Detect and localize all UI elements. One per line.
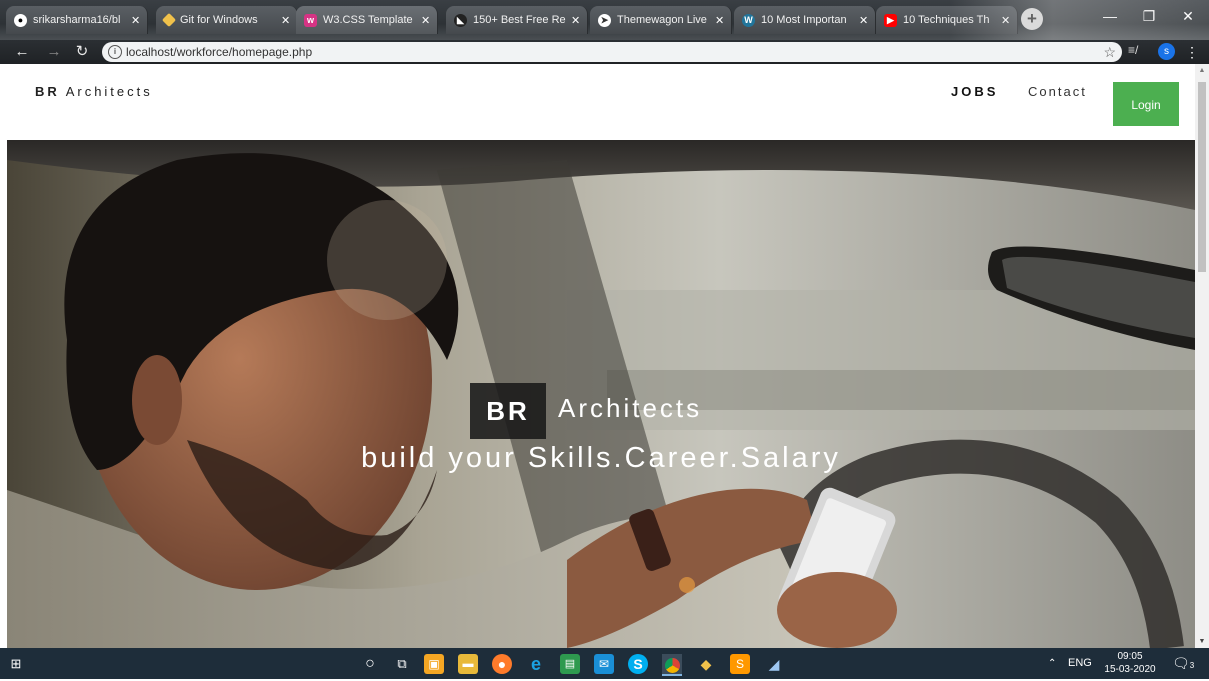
scrollbar-thumb[interactable] <box>1198 82 1206 272</box>
browser-tab-strip: ● srikarsharma16/bl ✕ Git for Windows ✕ … <box>0 0 1209 40</box>
system-clock[interactable]: 09:05 15-03-2020 <box>1100 650 1160 676</box>
chrome-icon[interactable] <box>662 654 682 676</box>
close-window-button[interactable]: ✕ <box>1171 4 1205 28</box>
tray-chevron-icon[interactable]: ⌃ <box>1048 648 1056 679</box>
tab-title: 150+ Best Free Re <box>473 14 566 26</box>
notification-count: 3 <box>1189 661 1195 670</box>
new-tab-button[interactable]: + <box>1021 8 1043 30</box>
tab-title: Themewagon Live <box>617 14 707 26</box>
store-icon[interactable]: ▣ <box>424 654 444 674</box>
tab-themewagon[interactable]: ➤ Themewagon Live ✕ <box>590 6 732 34</box>
tab-title: 10 Techniques Th <box>903 14 990 26</box>
profile-avatar[interactable]: s <box>1158 43 1175 60</box>
windows-taskbar: ⊞ ○ ⧉ ▣ ▬ ● e ▤ ✉ S ◆ S ◢ ⌃ ENG 09:05 15… <box>0 648 1209 679</box>
close-icon[interactable]: ✕ <box>281 14 291 27</box>
notes-app-icon[interactable]: ▤ <box>560 654 580 674</box>
wordpress-icon: W <box>742 13 755 27</box>
search-circle-icon[interactable]: ○ <box>360 654 380 674</box>
url-text: localhost/workforce/homepage.php <box>126 45 313 59</box>
back-button[interactable]: ← <box>12 42 32 62</box>
restore-button[interactable]: ❐ <box>1132 4 1166 28</box>
task-view-icon[interactable]: ⧉ <box>392 654 412 674</box>
notification-center-icon[interactable]: 🗨3 <box>1172 648 1194 679</box>
skype-icon[interactable]: S <box>628 654 648 674</box>
close-icon[interactable]: ✕ <box>859 14 869 27</box>
page-scrollbar[interactable]: ▲ ▼ <box>1195 64 1209 648</box>
scroll-up-arrow-icon[interactable]: ▲ <box>1195 67 1209 74</box>
brand-bold: BR <box>35 84 60 99</box>
hero-tagline: build your Skills.Career.Salary <box>361 442 841 474</box>
close-icon[interactable]: ✕ <box>131 14 141 27</box>
forward-button[interactable]: → <box>44 42 64 62</box>
nav-link-contact[interactable]: Contact <box>1028 84 1087 99</box>
reading-list-icon[interactable]: ≡/ <box>1128 43 1138 57</box>
clock-date: 15-03-2020 <box>1104 664 1156 675</box>
tab-wordpress-article[interactable]: W 10 Most Importan ✕ <box>734 6 876 34</box>
kebab-menu-icon[interactable]: ⋮ <box>1185 42 1199 62</box>
hero-title: Architects <box>558 393 703 423</box>
web-page: BR Architects JOBS Contact Login BR Arch… <box>0 64 1209 648</box>
nav-link-jobs[interactable]: JOBS <box>951 84 998 99</box>
clock-time: 09:05 <box>1117 651 1143 662</box>
browser-toolbar: ← → ↻ i localhost/workforce/homepage.php… <box>0 40 1209 64</box>
sublime-text-icon[interactable]: S <box>730 654 750 674</box>
tab-git-for-windows[interactable]: Git for Windows ✕ <box>156 6 298 34</box>
github-icon: ● <box>14 13 27 27</box>
template-icon: ◣ <box>454 13 467 27</box>
tab-title: Git for Windows <box>180 14 258 26</box>
firefox-icon[interactable]: ● <box>492 654 512 674</box>
close-icon[interactable]: ✕ <box>571 14 581 27</box>
tab-youtube-video[interactable]: ▶ 10 Techniques Th ✕ <box>876 6 1018 34</box>
close-icon[interactable]: ✕ <box>1001 14 1011 27</box>
brand-name: Architects <box>65 84 153 99</box>
hero-banner: BR Architects build your Skills.Career.S… <box>7 140 1195 648</box>
file-explorer-icon[interactable]: ▬ <box>458 654 478 674</box>
scroll-down-arrow-icon[interactable]: ▼ <box>1195 638 1209 645</box>
bookmark-star-icon[interactable]: ☆ <box>1103 42 1116 62</box>
minimize-button[interactable]: — <box>1093 4 1127 28</box>
edge-icon[interactable]: e <box>526 654 546 674</box>
mail-icon[interactable]: ✉ <box>594 654 614 674</box>
address-bar[interactable]: i localhost/workforce/homepage.php ☆ <box>102 42 1122 62</box>
language-indicator[interactable]: ENG <box>1068 648 1092 679</box>
themewagon-icon: ➤ <box>598 13 611 27</box>
hero-logo-badge: BR <box>470 383 546 439</box>
w3css-icon: w <box>304 13 317 27</box>
youtube-icon: ▶ <box>884 13 897 27</box>
close-icon[interactable]: ✕ <box>715 14 725 27</box>
tab-w3css-template[interactable]: w W3.CSS Template ✕ <box>296 6 438 34</box>
tab-title: srikarsharma16/bl <box>33 14 121 26</box>
tab-title: 10 Most Importan <box>761 14 847 26</box>
git-taskbar-icon[interactable]: ◆ <box>696 654 716 674</box>
tab-github[interactable]: ● srikarsharma16/bl ✕ <box>6 6 148 34</box>
windows-start-icon[interactable]: ⊞ <box>6 654 26 674</box>
git-icon <box>161 12 177 28</box>
reload-button[interactable]: ↻ <box>72 42 92 62</box>
tab-title: W3.CSS Template <box>323 14 413 26</box>
site-brand[interactable]: BR Architects <box>35 84 153 99</box>
notepad-icon[interactable]: ◢ <box>764 654 784 674</box>
tab-free-templates[interactable]: ◣ 150+ Best Free Re ✕ <box>446 6 588 34</box>
close-icon[interactable]: ✕ <box>421 14 431 27</box>
login-button[interactable]: Login <box>1113 82 1179 126</box>
info-icon[interactable]: i <box>108 45 122 59</box>
